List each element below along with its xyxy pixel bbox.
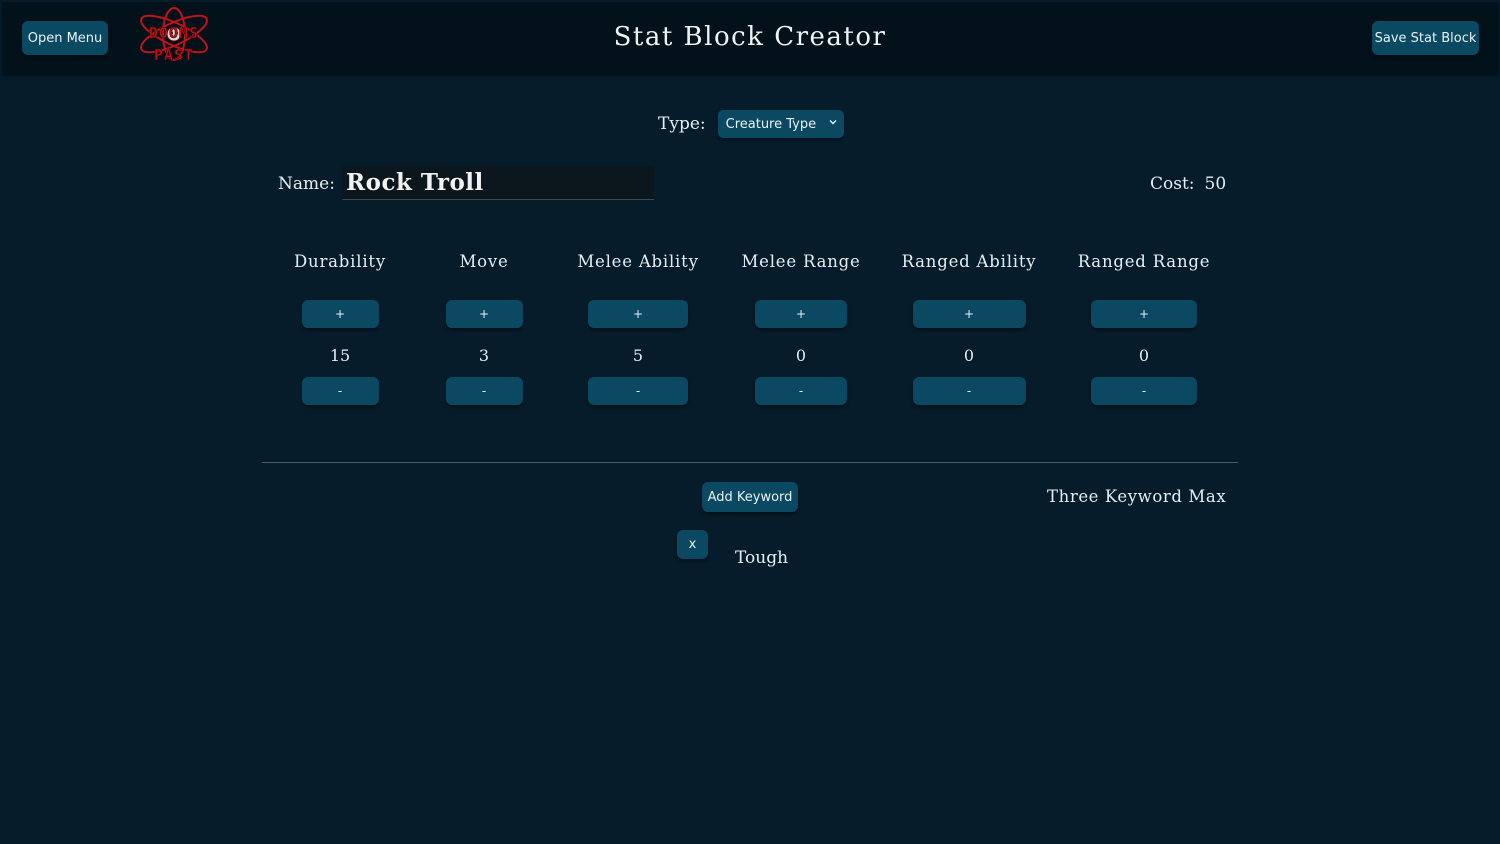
stat-label: Move (459, 252, 509, 271)
add-keyword-button[interactable]: Add Keyword (702, 482, 798, 512)
durability-decrease-button[interactable]: - (301, 377, 379, 405)
stat-melee-ability: Melee Ability + 5 - (577, 252, 699, 405)
open-menu-button[interactable]: Open Menu (22, 21, 108, 55)
stat-label: Ranged Range (1077, 252, 1211, 271)
top-bar: Open Menu DOOMS PAST Stat Block Creator … (2, 2, 1498, 74)
keyword-item: Tough (735, 548, 789, 568)
durability-value: 15 (329, 346, 351, 365)
name-label: Name: (278, 174, 335, 194)
save-stat-block-button[interactable]: Save Stat Block (1372, 21, 1479, 55)
ranged-range-increase-button[interactable]: + (1091, 300, 1197, 328)
stat-ranged-ability: Ranged Ability + 0 - (898, 252, 1040, 405)
move-increase-button[interactable]: + (445, 300, 523, 328)
section-divider (262, 462, 1238, 463)
stat-label: Melee Range (741, 252, 861, 271)
chevron-down-icon (829, 120, 837, 125)
melee-ability-increase-button[interactable]: + (588, 300, 688, 328)
stat-move: Move + 3 - (436, 252, 532, 405)
ranged-ability-increase-button[interactable]: + (912, 300, 1026, 328)
melee-range-value: 0 (795, 346, 807, 365)
cost-value: 50 (1204, 174, 1227, 194)
ranged-range-value: 0 (1138, 346, 1150, 365)
creature-type-select[interactable]: Creature Type (717, 110, 844, 138)
keyword-max-note: Three Keyword Max (1047, 487, 1227, 506)
melee-ability-decrease-button[interactable]: - (588, 377, 688, 405)
melee-ability-value: 5 (632, 346, 644, 365)
svg-text:PAST: PAST (154, 46, 194, 64)
cost-label: Cost: (1150, 174, 1195, 194)
move-decrease-button[interactable]: - (445, 377, 523, 405)
durability-increase-button[interactable]: + (301, 300, 379, 328)
type-label: Type: (658, 114, 706, 134)
svg-text:DOOMS: DOOMS (149, 24, 199, 42)
stat-durability: Durability + 15 - (292, 252, 388, 405)
ranged-ability-value: 0 (963, 346, 975, 365)
name-input[interactable] (342, 166, 654, 200)
stat-label: Ranged Ability (901, 252, 1037, 271)
page-title: Stat Block Creator (613, 22, 887, 52)
type-row: Type: Creature Type (658, 110, 844, 138)
app-frame: Open Menu DOOMS PAST Stat Block Creator … (2, 2, 1498, 842)
stat-ranged-range: Ranged Range + 0 - (1076, 252, 1212, 405)
stat-label: Melee Ability (577, 252, 699, 271)
stat-label: Durability (294, 252, 386, 271)
remove-keyword-button[interactable]: x (677, 530, 708, 559)
ranged-range-decrease-button[interactable]: - (1091, 377, 1197, 405)
creature-type-value: Creature Type (725, 116, 817, 132)
melee-range-decrease-button[interactable]: - (755, 377, 847, 405)
cost-display: Cost: 50 (1150, 174, 1226, 194)
ranged-ability-decrease-button[interactable]: - (912, 377, 1026, 405)
melee-range-increase-button[interactable]: + (755, 300, 847, 328)
move-value: 3 (478, 346, 490, 365)
dooms-past-logo: DOOMS PAST (140, 7, 208, 64)
stat-melee-range: Melee Range + 0 - (741, 252, 861, 405)
